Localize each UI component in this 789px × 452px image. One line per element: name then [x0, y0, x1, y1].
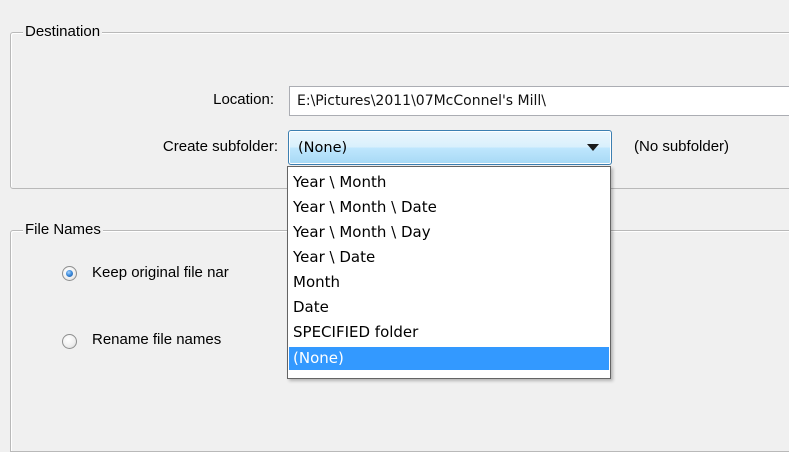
- keep-original-label[interactable]: Keep original file nar: [92, 264, 229, 282]
- dropdown-item-year-date[interactable]: Year \ Date: [289, 246, 609, 269]
- dropdown-item-year-month[interactable]: Year \ Month: [289, 171, 609, 194]
- file-names-legend: File Names: [23, 221, 103, 239]
- location-label: Location:: [213, 91, 274, 108]
- subfolder-select[interactable]: (None): [288, 130, 612, 165]
- keep-original-radio[interactable]: [62, 266, 77, 281]
- location-input[interactable]: E:\Pictures\2011\07McConnel's Mill\: [289, 86, 789, 116]
- dropdown-item-date[interactable]: Date: [289, 296, 609, 319]
- subfolder-dropdown-list: Year \ Month Year \ Month \ Date Year \ …: [287, 166, 611, 379]
- destination-legend: Destination: [23, 23, 103, 41]
- dropdown-item-month[interactable]: Month: [289, 271, 609, 294]
- rename-radio[interactable]: [62, 334, 77, 349]
- chevron-down-icon[interactable]: [587, 144, 599, 151]
- dropdown-item-year-month-day[interactable]: Year \ Month \ Day: [289, 221, 609, 244]
- dropdown-item-specified-folder[interactable]: SPECIFIED folder: [289, 321, 609, 344]
- subfolder-label: Create subfolder:: [162, 138, 278, 155]
- dropdown-item-none[interactable]: (None): [289, 347, 609, 370]
- subfolder-hint: (No subfolder): [634, 138, 730, 155]
- subfolder-select-value: (None): [298, 140, 348, 156]
- dropdown-item-year-month-date[interactable]: Year \ Month \ Date: [289, 196, 609, 219]
- rename-label[interactable]: Rename file names: [92, 331, 221, 349]
